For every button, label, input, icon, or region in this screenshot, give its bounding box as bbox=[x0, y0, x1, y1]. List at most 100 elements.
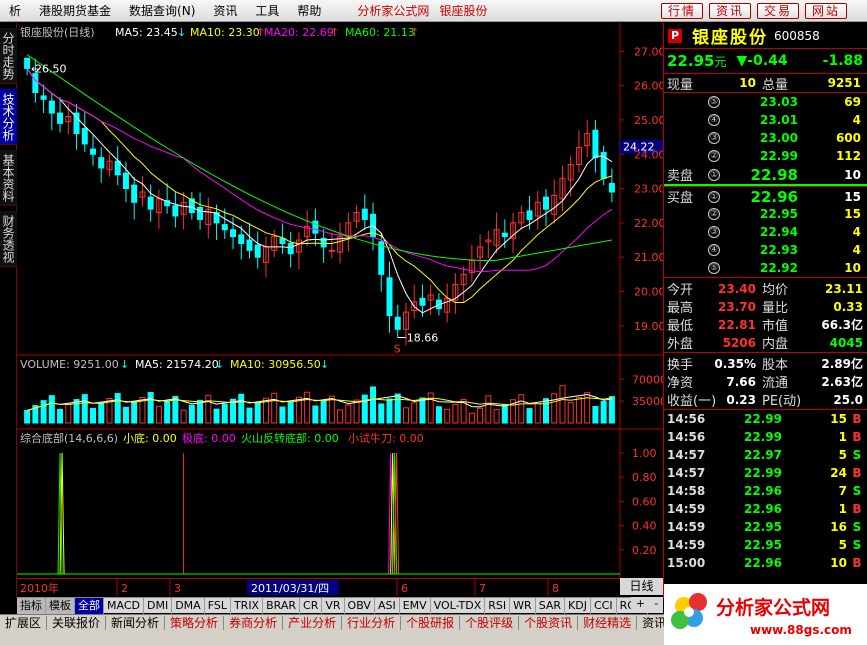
stat-label: 外盘 bbox=[667, 337, 694, 352]
menu-item-tools[interactable]: 工具 bbox=[246, 2, 288, 19]
tick-volume: 1 bbox=[838, 502, 847, 516]
tick-direction: B bbox=[852, 502, 862, 516]
trade-button[interactable]: 交易 bbox=[756, 2, 799, 19]
news-button[interactable]: 资讯 bbox=[708, 2, 751, 19]
volume-bar bbox=[254, 402, 261, 424]
bottom-tab-8[interactable]: 个股评级 bbox=[460, 615, 520, 630]
indicator-tab-cci[interactable]: CCI bbox=[591, 597, 617, 614]
level-number: ⑤ bbox=[708, 262, 720, 274]
bottom-tab-4[interactable]: 券商分析 bbox=[224, 615, 284, 630]
stat-label: 量比 bbox=[762, 301, 789, 316]
indicator-tab-bar: 指标 模板 全部 MACD DMI DMA FSL TRIX BRAR CR VR OBV ASI EMV… bbox=[17, 597, 648, 614]
tab-financial[interactable]: 财务透视 bbox=[0, 211, 17, 267]
menu-item-hk-futures[interactable]: 港股期货基金 bbox=[30, 2, 120, 19]
bottom-tab-5[interactable]: 产业分析 bbox=[283, 615, 343, 630]
tick-volume: 10 bbox=[830, 556, 847, 570]
tab-basic-info[interactable]: 基本资料 bbox=[0, 150, 17, 206]
volume-bar bbox=[394, 393, 401, 424]
tab-intraday[interactable]: 分时走势 bbox=[0, 28, 17, 84]
main-price-chart[interactable] bbox=[17, 23, 663, 578]
indicator-tab-vr[interactable]: VR bbox=[322, 597, 345, 614]
ma10-label: MA10: 23.30 bbox=[190, 26, 260, 39]
indicator-tab-rsi[interactable]: RSI bbox=[485, 597, 511, 614]
volume-bar bbox=[246, 407, 253, 424]
indicator-tab-brar[interactable]: BRAR bbox=[263, 597, 301, 614]
volume-bar bbox=[361, 394, 368, 424]
bottom-tab-2[interactable]: 新闻分析 bbox=[106, 615, 166, 630]
stat-value: 25.0 bbox=[833, 392, 863, 407]
indicator-tab-vol-tdx[interactable]: VOL-TDX bbox=[431, 597, 486, 614]
stat-value: 22.81 bbox=[718, 317, 756, 332]
bottom-tab-6[interactable]: 行业分析 bbox=[342, 615, 402, 630]
website-button[interactable]: 网站 bbox=[804, 2, 847, 19]
price-change: ▼-0.44 bbox=[736, 53, 788, 69]
chart-area[interactable]: 27.0026.0025.0024.0023.0022.0021.0020.00… bbox=[17, 23, 663, 578]
level-price: 22.92 bbox=[760, 261, 798, 275]
tick-time: 14:59 bbox=[667, 520, 706, 534]
menu-item-data-query[interactable]: 数据查询(N) bbox=[120, 2, 204, 19]
date-month-label: 3 bbox=[174, 582, 181, 595]
bottom-tab-7[interactable]: 个股研报 bbox=[401, 615, 461, 630]
link-stock-name[interactable]: 银座股份 bbox=[434, 2, 492, 19]
indicator-tab-全部[interactable]: 全部 bbox=[75, 597, 104, 614]
menu-item-news[interactable]: 资讯 bbox=[204, 2, 246, 19]
indicator-tab-dma[interactable]: DMA bbox=[172, 597, 205, 614]
volume-bar bbox=[501, 404, 508, 424]
zoom-out-button[interactable]: - bbox=[654, 597, 658, 613]
menu-item-analysis[interactable]: 析 bbox=[0, 2, 30, 19]
stat-value: 0.33 bbox=[833, 299, 863, 314]
indicator-tab-emv[interactable]: EMV bbox=[400, 597, 431, 614]
volume-bar bbox=[164, 400, 171, 424]
menu-bar: 析 港股期货基金 数据查询(N) 资讯 工具 帮助 分析家公式网 银座股份 行情… bbox=[0, 0, 867, 22]
tick-row: 14:59 22.96 1 B bbox=[664, 500, 867, 518]
stat-label: 收益(一) bbox=[667, 394, 717, 409]
tick-list[interactable]: 14:56 22.99 15 B 14:56 22.99 1 B 14:57 22.97 5 S 14:… bbox=[664, 410, 867, 572]
stock-name: 银座股份 bbox=[692, 28, 768, 48]
tick-direction: B bbox=[852, 430, 862, 444]
level-number: ① bbox=[708, 168, 720, 181]
volume-bar bbox=[419, 397, 426, 424]
stat-value: 23.11 bbox=[825, 281, 863, 296]
logo-title: 分析家公式网 bbox=[716, 596, 830, 619]
level-price: 22.98 bbox=[750, 165, 798, 184]
tab-technical[interactable]: 技术分析 bbox=[0, 89, 17, 145]
indicator-tab-cr[interactable]: CR bbox=[300, 597, 323, 614]
zoom-in-button[interactable]: + bbox=[636, 597, 645, 613]
indicator-tab-macd[interactable]: MACD bbox=[104, 597, 144, 614]
stat-label: 最低 bbox=[667, 319, 694, 334]
link-formula-site[interactable]: 分析家公式网 bbox=[352, 2, 434, 19]
order-book-row: ⑤ 22.92 10 bbox=[664, 259, 867, 277]
volume-bar bbox=[122, 406, 129, 424]
level-volume: 69 bbox=[844, 95, 861, 109]
bottom-tab-10[interactable]: 财经精选 bbox=[578, 615, 638, 630]
indicator-tab-模板[interactable]: 模板 bbox=[46, 597, 75, 614]
indicator-tab-dmi[interactable]: DMI bbox=[144, 597, 173, 614]
menu-item-help[interactable]: 帮助 bbox=[288, 2, 330, 19]
stat-label: 今开 bbox=[667, 283, 694, 298]
volume-label: VOLUME: 9251.00 bbox=[20, 358, 119, 371]
order-book-row: ⑤ 23.03 69 bbox=[664, 93, 867, 111]
bottom-tab-9[interactable]: 个股资讯 bbox=[519, 615, 579, 630]
quotes-button[interactable]: 行情 bbox=[660, 2, 703, 19]
indicator-tab-obv[interactable]: OBV bbox=[345, 597, 375, 614]
bottom-tab-0[interactable]: 扩展区 bbox=[0, 615, 48, 630]
bottom-tab-1[interactable]: 关联报价 bbox=[47, 615, 107, 630]
volume-bar bbox=[320, 400, 327, 424]
indicator-tab-asi[interactable]: ASI bbox=[375, 597, 400, 614]
price-tick-label: 19.00 bbox=[634, 320, 663, 333]
indicator-tab-trix[interactable]: TRIX bbox=[231, 597, 264, 614]
tick-row: 14:58 22.96 7 S bbox=[664, 482, 867, 500]
indicator-tab-sar[interactable]: SAR bbox=[536, 597, 566, 614]
indicator-tab-指标[interactable]: 指标 bbox=[17, 597, 46, 614]
stat-row: 换手 0.35% 股本 2.89亿 bbox=[664, 354, 867, 374]
bottom-tab-3[interactable]: 策略分析 bbox=[165, 615, 225, 630]
level-volume: 600 bbox=[835, 131, 861, 145]
stat-row: 净资 7.66 流通 2.63亿 bbox=[664, 372, 867, 392]
indicator-tab-wr[interactable]: WR bbox=[510, 597, 536, 614]
order-book-row: 卖盘 ① 22.98 10 bbox=[664, 165, 867, 185]
indicator-tab-kdj[interactable]: KDJ bbox=[565, 597, 591, 614]
volume-bar bbox=[386, 398, 393, 424]
indicator-tab-fsl[interactable]: FSL bbox=[205, 597, 231, 614]
period-button[interactable]: 日线 bbox=[620, 578, 663, 595]
candle-body bbox=[386, 277, 393, 317]
